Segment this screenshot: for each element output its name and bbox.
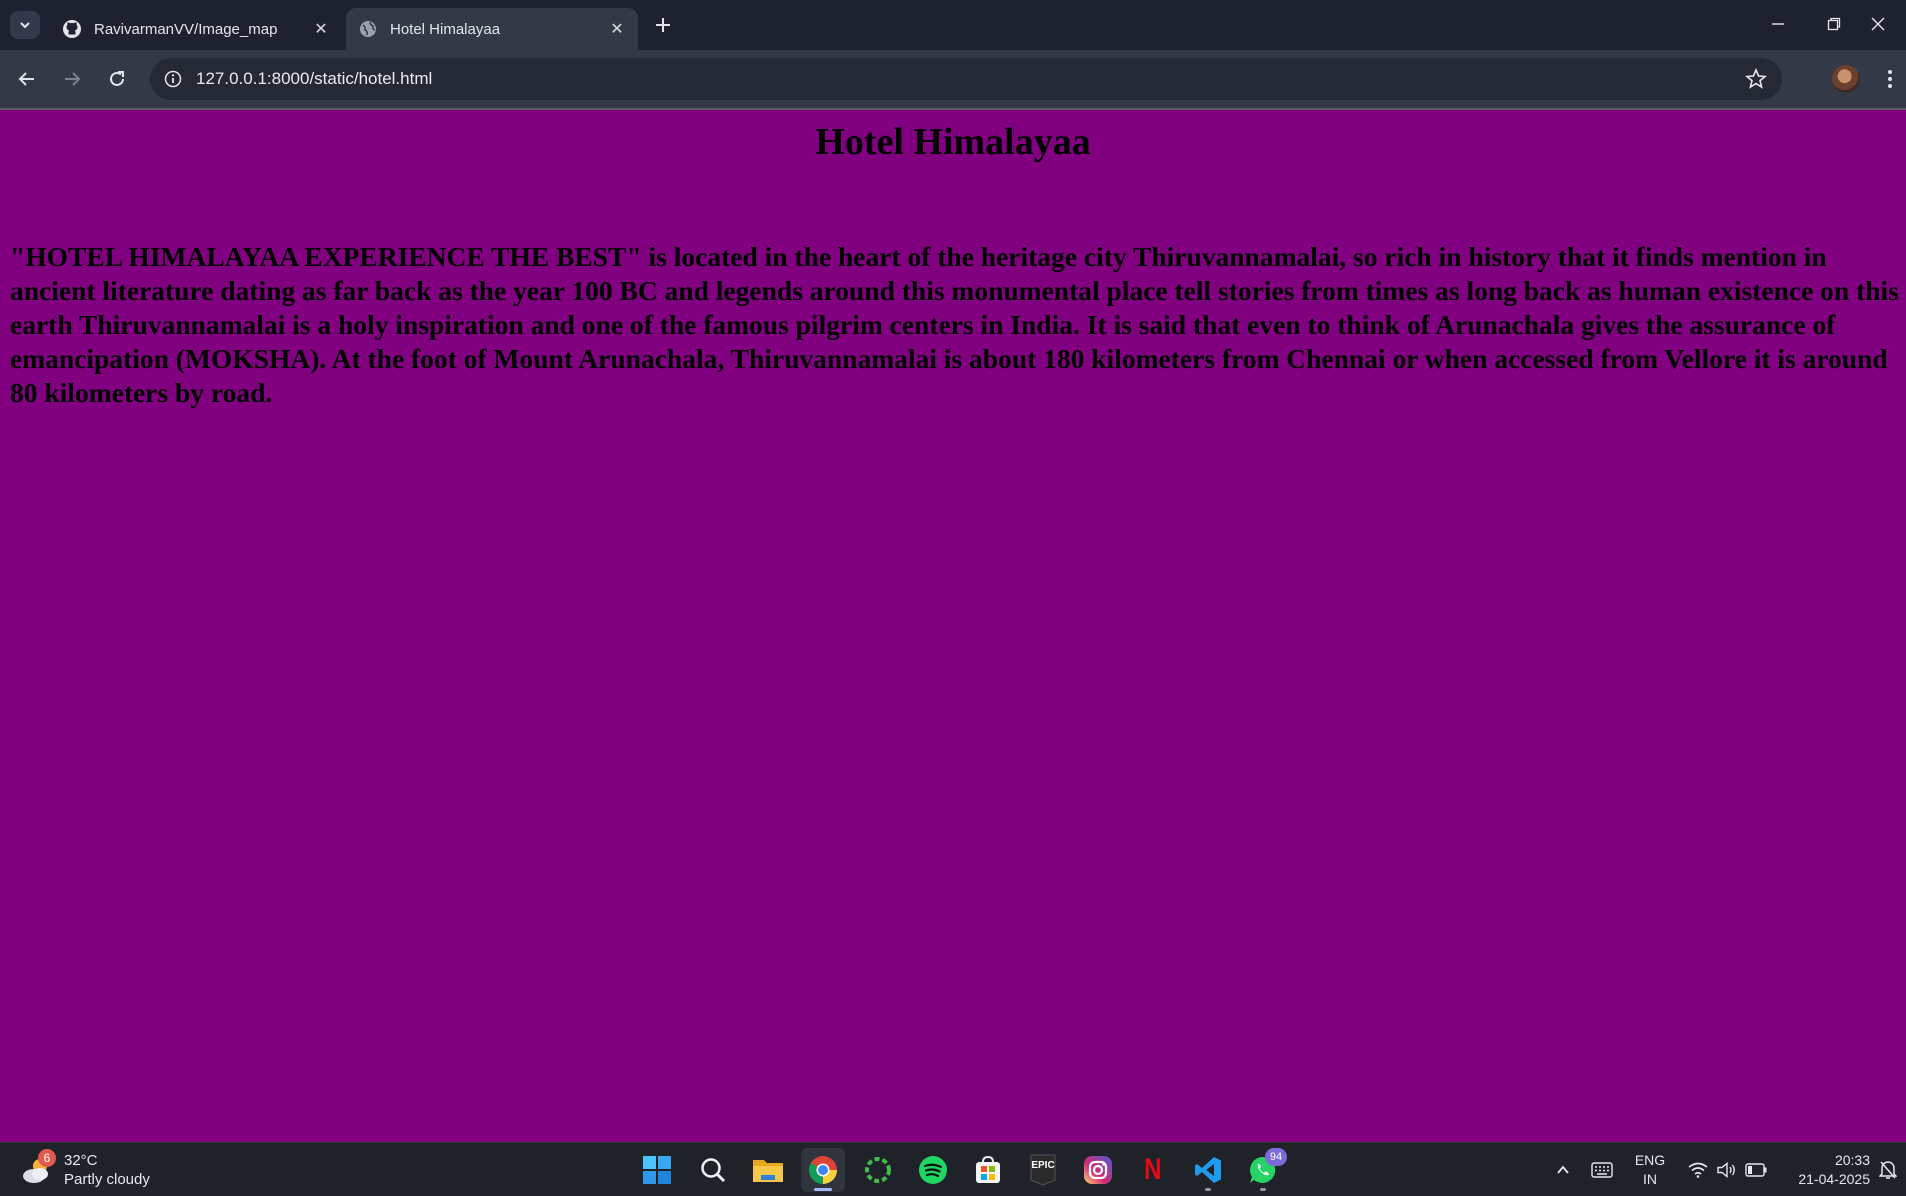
volume-icon — [1717, 1162, 1735, 1178]
address-bar[interactable]: 127.0.0.1:8000/static/hotel.html — [150, 58, 1782, 100]
wifi-button[interactable] — [1684, 1148, 1712, 1192]
minimize-button[interactable] — [1750, 0, 1806, 48]
epic-games-label: EPIC — [1031, 1160, 1055, 1171]
restore-icon — [1827, 17, 1841, 31]
partly-cloudy-icon: 6 — [20, 1149, 56, 1187]
chrome-icon — [808, 1156, 837, 1185]
whatsapp-unread-badge: 94 — [1265, 1148, 1287, 1166]
spotify-button[interactable] — [911, 1148, 955, 1192]
circular-app-button[interactable] — [856, 1148, 900, 1192]
microsoft-store-icon — [976, 1155, 1000, 1183]
active-indicator — [814, 1188, 832, 1191]
bookmark-star-icon[interactable] — [1742, 65, 1770, 93]
chevron-down-icon — [20, 22, 30, 29]
notification-bell-icon — [1879, 1161, 1897, 1179]
vscode-button[interactable] — [1186, 1148, 1230, 1192]
plus-icon — [656, 18, 670, 32]
new-tab-button[interactable] — [650, 12, 676, 38]
file-explorer-icon — [753, 1160, 783, 1182]
tab-strip: RavivarmanVV/Image_map ✕ Hotel Himalayaa… — [0, 0, 1906, 50]
input-language-indicator[interactable]: ENG IN — [1630, 1151, 1670, 1189]
url-text[interactable]: 127.0.0.1:8000/static/hotel.html — [196, 69, 1742, 89]
chrome-taskbar-button[interactable] — [801, 1148, 845, 1192]
tab-search-button[interactable] — [10, 11, 40, 39]
volume-button[interactable] — [1713, 1148, 1741, 1192]
running-indicator — [1260, 1188, 1266, 1191]
notifications-button[interactable] — [1874, 1148, 1902, 1192]
microsoft-store-button[interactable] — [966, 1148, 1010, 1192]
taskbar: 6 32°C Partly cloudy EPIC N 94 ENG IN 20… — [0, 1142, 1906, 1196]
forward-button[interactable] — [55, 62, 89, 96]
page-content: Hotel Himalayaa "HOTEL HIMALAYAA EXPERIE… — [0, 110, 1906, 1142]
chevron-up-icon — [1557, 1165, 1569, 1174]
weather-badge: 6 — [38, 1149, 56, 1167]
close-tab-icon[interactable]: ✕ — [606, 18, 628, 40]
reload-icon — [110, 71, 124, 86]
back-arrow-icon — [18, 72, 34, 86]
instagram-button[interactable] — [1076, 1148, 1120, 1192]
tab-hotel[interactable]: Hotel Himalayaa ✕ — [346, 8, 638, 50]
forward-arrow-icon — [65, 72, 81, 86]
hotel-description: "HOTEL HIMALAYAA EXPERIENCE THE BEST" is… — [10, 241, 1899, 408]
weather-condition: Partly cloudy — [64, 1171, 150, 1188]
netflix-button[interactable]: N — [1131, 1148, 1175, 1192]
page-title: Hotel Himalayaa — [815, 121, 1091, 163]
netflix-icon: N — [1144, 1153, 1162, 1186]
globe-icon — [358, 19, 378, 39]
close-window-button[interactable] — [1850, 0, 1906, 48]
close-icon — [1871, 17, 1885, 31]
start-icon — [643, 1156, 671, 1184]
browser-menu-button[interactable] — [1880, 62, 1900, 96]
start-button[interactable] — [635, 1148, 679, 1192]
file-explorer-button[interactable] — [746, 1148, 790, 1192]
clock-date: 21-04-2025 — [1798, 1171, 1870, 1187]
spotify-icon — [919, 1156, 947, 1184]
show-hidden-icons-button[interactable] — [1550, 1148, 1576, 1192]
search-icon — [701, 1158, 726, 1183]
weather-widget[interactable]: 6 32°C Partly cloudy — [20, 1147, 150, 1193]
tab-title: Hotel Himalayaa — [390, 20, 501, 38]
minimize-icon — [1772, 23, 1784, 25]
github-icon — [62, 19, 82, 39]
circular-app-icon — [865, 1157, 891, 1183]
vscode-icon — [1195, 1157, 1221, 1183]
touch-keyboard-button[interactable] — [1587, 1148, 1617, 1192]
clock-time: 20:33 — [1834, 1152, 1870, 1168]
battery-icon — [1745, 1163, 1767, 1177]
back-button[interactable] — [10, 62, 44, 96]
close-tab-icon[interactable]: ✕ — [310, 18, 332, 40]
more-vertical-icon — [1888, 70, 1892, 88]
language-code: ENG — [1634, 1152, 1666, 1168]
keyboard-icon — [1591, 1162, 1613, 1178]
epic-games-button[interactable]: EPIC — [1021, 1148, 1065, 1192]
taskbar-search-button[interactable] — [691, 1148, 735, 1192]
browser-toolbar: 127.0.0.1:8000/static/hotel.html — [0, 50, 1906, 108]
tab-title: RavivarmanVV/Image_map — [94, 20, 278, 38]
wifi-icon — [1688, 1162, 1708, 1178]
region-code: IN — [1643, 1171, 1657, 1187]
profile-avatar[interactable] — [1832, 65, 1860, 93]
system-clock[interactable]: 20:33 21-04-2025 — [1780, 1151, 1870, 1189]
instagram-icon — [1084, 1156, 1112, 1184]
weather-temp: 32°C — [64, 1152, 98, 1169]
reload-button[interactable] — [100, 62, 134, 96]
tab-github[interactable]: RavivarmanVV/Image_map ✕ — [50, 8, 342, 50]
battery-button[interactable] — [1742, 1148, 1770, 1192]
whatsapp-button[interactable]: 94 — [1241, 1148, 1287, 1192]
site-info-icon[interactable] — [162, 68, 184, 90]
running-indicator — [1205, 1188, 1211, 1191]
